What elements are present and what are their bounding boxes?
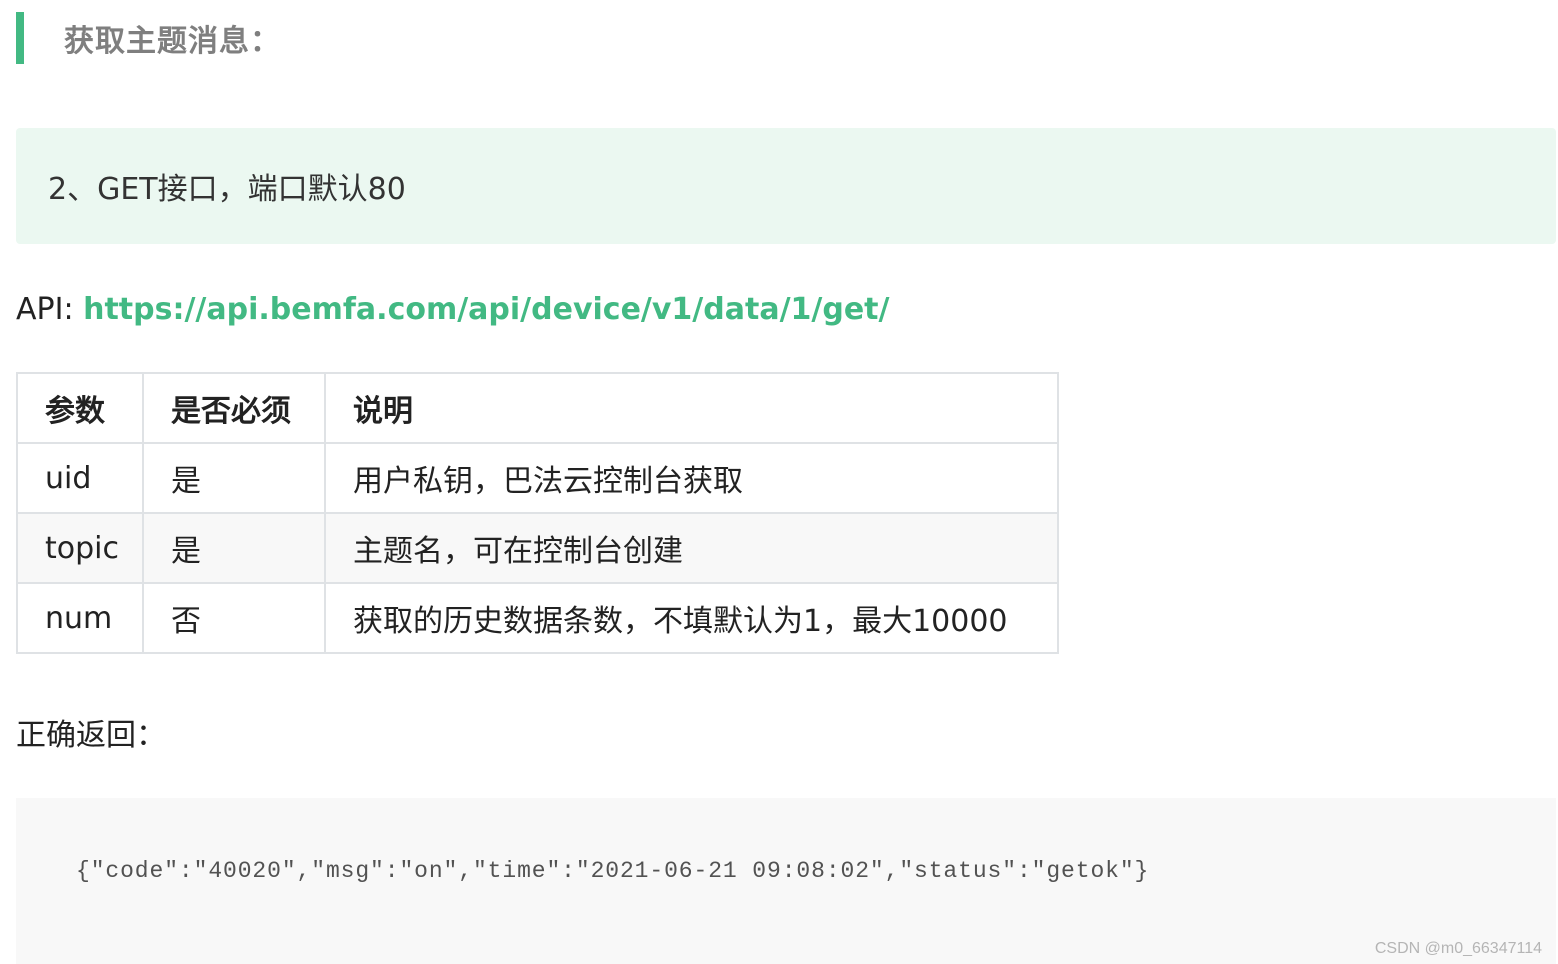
cell-required: 是 <box>142 512 326 584</box>
cell-param: uid <box>16 442 144 514</box>
section-heading: 获取主题消息： <box>16 12 281 64</box>
tip-text: 2、GET接口，端口默认80 <box>48 172 406 207</box>
code-text[interactable]: {"code":"40020","msg":"on","time":"2021-… <box>76 858 1149 884</box>
heading-title: 获取主题消息： <box>64 24 281 59</box>
tip-box: 2、GET接口，端口默认80 <box>16 128 1556 244</box>
api-label: API: <box>16 292 84 327</box>
header-cell-param: 参数 <box>16 372 144 444</box>
params-table: 参数 是否必须 说明 uid 是 用户私钥，巴法云控制台获取 topic 是 主… <box>16 372 1059 654</box>
header-cell-required: 是否必须 <box>142 372 326 444</box>
cell-required: 否 <box>142 582 326 654</box>
api-line: API: https://api.bemfa.com/api/device/v1… <box>16 288 889 332</box>
table-row: uid 是 用户私钥，巴法云控制台获取 <box>16 442 1059 514</box>
table-row: num 否 获取的历史数据条数，不填默认为1，最大10000 <box>16 582 1059 654</box>
cell-description: 用户私钥，巴法云控制台获取 <box>324 442 1059 514</box>
cell-description: 主题名，可在控制台创建 <box>324 512 1059 584</box>
return-label: 正确返回： <box>16 718 166 753</box>
code-block: {"code":"40020","msg":"on","time":"2021-… <box>16 798 1556 964</box>
cell-param: topic <box>16 512 144 584</box>
api-url-link[interactable]: https://api.bemfa.com/api/device/v1/data… <box>83 292 889 327</box>
cell-required: 是 <box>142 442 326 514</box>
cell-param: num <box>16 582 144 654</box>
table-row: topic 是 主题名，可在控制台创建 <box>16 512 1059 584</box>
header-cell-description: 说明 <box>324 372 1059 444</box>
watermark: CSDN @m0_66347114 <box>1374 940 1542 957</box>
heading-accent-bar <box>16 12 24 64</box>
cell-description: 获取的历史数据条数，不填默认为1，最大10000 <box>324 582 1059 654</box>
table-header-row: 参数 是否必须 说明 <box>16 372 1059 444</box>
